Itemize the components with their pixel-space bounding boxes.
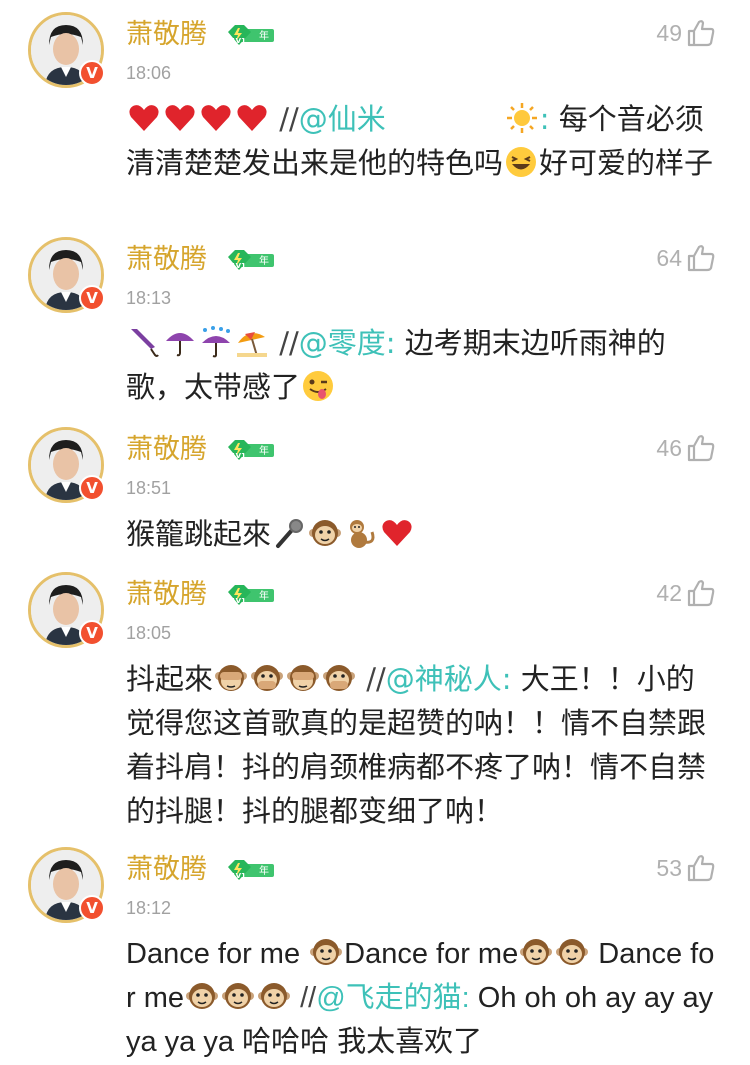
comment-tail: 好可爱的样子 — [539, 146, 714, 180]
heart-icon — [380, 516, 414, 550]
monkey-face-icon — [221, 979, 255, 1013]
see-no-evil-monkey-icon — [286, 661, 320, 695]
verified-badge-icon: V — [79, 60, 105, 86]
mention-link[interactable]: @神秘人 — [386, 662, 502, 696]
member-level-badge: 年 LV1 — [226, 439, 276, 461]
thumbs-up-icon — [686, 18, 716, 48]
thumbs-up-icon — [686, 433, 716, 463]
closed-umbrella-icon — [127, 325, 161, 359]
comment-text: //@零度: 边考期末边听雨神的歌，太带感了 — [126, 325, 666, 404]
umbrella-icon — [163, 325, 197, 359]
like-count: 64 — [656, 244, 682, 271]
mention-link[interactable]: @零度 — [299, 326, 386, 360]
like-count: 49 — [656, 19, 682, 46]
like-button[interactable]: 46 — [656, 433, 716, 463]
level-suffix: 年 — [259, 254, 269, 267]
comment-lead: 抖起來 — [126, 662, 214, 696]
monkey-face-icon — [555, 935, 589, 969]
mention-link[interactable]: @飞走的猫 — [316, 982, 461, 1014]
like-count: 46 — [656, 434, 682, 461]
beach-umbrella-icon — [235, 325, 269, 359]
see-no-evil-monkey-icon — [214, 661, 248, 695]
monkey-face-icon — [308, 516, 342, 550]
level-label: LV1 — [232, 452, 246, 460]
like-count: 53 — [656, 854, 682, 881]
level-suffix: 年 — [259, 589, 269, 602]
like-button[interactable]: 64 — [656, 243, 716, 273]
member-level-badge: 年 LV1 — [226, 584, 276, 606]
level-label: LV1 — [232, 872, 246, 880]
comment-body: 猴籠跳起來 — [126, 517, 272, 551]
verified-badge-icon: V — [79, 285, 105, 311]
username[interactable]: 萧敬腾 — [126, 433, 207, 467]
comment-text: 猴籠跳起來 — [126, 512, 720, 556]
sun-icon — [505, 101, 539, 135]
thumbs-up-icon — [686, 243, 716, 273]
member-level-badge: 年 LV1 — [226, 24, 276, 46]
like-button[interactable]: 42 — [656, 578, 716, 608]
username[interactable]: 萧敬腾 — [126, 243, 207, 277]
level-label: LV1 — [232, 37, 246, 45]
thumbs-up-icon — [686, 853, 716, 883]
level-suffix: 年 — [259, 29, 269, 42]
timestamp: 18:06 — [126, 63, 172, 83]
timestamp: 18:51 — [126, 478, 172, 498]
username[interactable]: 萧敬腾 — [126, 18, 207, 52]
like-button[interactable]: 49 — [656, 18, 716, 48]
heart-icon — [127, 101, 161, 135]
timestamp: 18:13 — [126, 288, 172, 308]
winking-tongue-face-icon — [301, 369, 335, 403]
timestamp: 18:12 — [126, 898, 172, 918]
thumbs-up-icon — [686, 578, 716, 608]
member-level-badge: 年 LV1 — [226, 249, 276, 271]
comment-list-screen: { "badge": { "level": "LV1", "suffix": "… — [0, 0, 750, 1065]
heart-icon — [235, 101, 269, 135]
laughing-face-icon — [504, 145, 538, 179]
member-level-badge: 年 LV1 — [226, 859, 276, 881]
monkey-face-icon — [185, 979, 219, 1013]
comment-text: 抖起來 //@神秘人: 大王！！小的觉得您这首歌真的是超赞的呐！！情不自禁跟着抖… — [126, 661, 707, 828]
verified-badge-icon: V — [79, 895, 105, 921]
speak-no-evil-monkey-icon — [322, 661, 356, 695]
comment-line: Dance for me — [126, 938, 301, 970]
monkey-face-icon — [519, 935, 553, 969]
like-count: 42 — [656, 579, 682, 606]
monkey-face-icon — [309, 935, 343, 969]
monkey-face-icon — [257, 979, 291, 1013]
mention-link[interactable]: @仙米 — [299, 102, 386, 136]
level-suffix: 年 — [259, 444, 269, 457]
heart-icon — [199, 101, 233, 135]
level-suffix: 年 — [259, 864, 269, 877]
speak-no-evil-monkey-icon — [250, 661, 284, 695]
level-label: LV1 — [232, 262, 246, 270]
level-label: LV1 — [232, 597, 246, 605]
comment-text: Dance for me Dance for me Dance for me /… — [126, 932, 720, 1064]
microphone-icon — [272, 516, 306, 550]
comment-text: //@仙米: 每个音必须清清楚楚发出来是他的特色吗 好可爱的样子 — [126, 101, 714, 180]
verified-badge-icon: V — [79, 620, 105, 646]
verified-badge-icon: V — [79, 475, 105, 501]
heart-icon — [163, 101, 197, 135]
umbrella-rain-icon — [199, 325, 233, 359]
username[interactable]: 萧敬腾 — [126, 578, 207, 612]
username[interactable]: 萧敬腾 — [126, 853, 207, 887]
timestamp: 18:05 — [126, 623, 172, 643]
monkey-icon — [344, 516, 378, 550]
like-button[interactable]: 53 — [656, 853, 716, 883]
comment-line: Dance for me — [344, 938, 519, 970]
